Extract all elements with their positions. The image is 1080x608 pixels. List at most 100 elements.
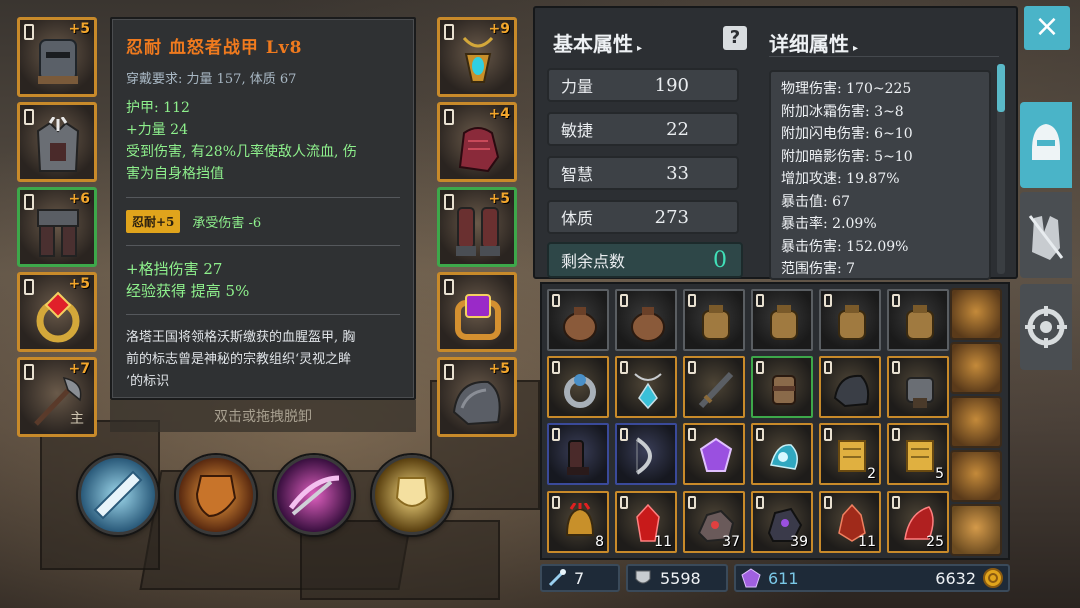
item-requirement: 穿戴要求: 力量 157, 体质 67: [126, 72, 297, 87]
bag-slot[interactable]: [950, 450, 1002, 502]
basic-attributes-title[interactable]: 基本属性 ▸: [553, 28, 642, 57]
inventory-slot[interactable]: 2: [819, 423, 881, 485]
detail-stat: 暴击率: 2.09%: [781, 216, 877, 232]
shoulder-slot[interactable]: +5: [437, 357, 517, 437]
boots-icon: [456, 207, 500, 256]
gloves-slot[interactable]: +4: [437, 102, 517, 182]
bag-slot[interactable]: [950, 504, 1002, 556]
help-icon[interactable]: ?: [723, 26, 747, 50]
close-button[interactable]: ×: [1024, 6, 1070, 50]
attr-label: 敏捷: [561, 121, 594, 140]
boots-slot[interactable]: +5: [437, 187, 517, 267]
chest-slot[interactable]: [17, 102, 97, 182]
item-armor: 护甲: 112: [126, 100, 190, 116]
pouch-icon: [631, 307, 665, 342]
inventory-slot[interactable]: [615, 356, 677, 418]
inventory-slot[interactable]: [887, 289, 949, 351]
inventory-slot[interactable]: [819, 289, 881, 351]
detail-stat: 暴击值: 67: [781, 193, 850, 210]
inventory-slot[interactable]: [547, 356, 609, 418]
inventory-slot[interactable]: [683, 289, 745, 351]
tool-counter: 7: [540, 564, 620, 592]
inventory-slot[interactable]: [547, 423, 609, 485]
inventory-slot[interactable]: [751, 289, 813, 351]
inventory-slot[interactable]: [547, 289, 609, 351]
inventory-slot[interactable]: [887, 356, 949, 418]
inventory-slot[interactable]: 39: [751, 491, 813, 553]
attr-value: 33: [666, 162, 689, 184]
shield-emblem-icon: [635, 570, 651, 584]
inventory-slot[interactable]: 8: [547, 491, 609, 553]
tab-settings[interactable]: [1020, 284, 1072, 370]
inventory-slot[interactable]: [615, 423, 677, 485]
bag-slot[interactable]: [950, 342, 1002, 394]
inventory-slot[interactable]: 25: [887, 491, 949, 553]
gold-value: 6632: [935, 568, 976, 588]
stack-count: 8: [595, 534, 604, 550]
item-bonus: +格挡伤害 27: [126, 260, 223, 278]
divider: [769, 56, 999, 57]
inventory-slot[interactable]: [615, 289, 677, 351]
attr-label: 体质: [561, 209, 594, 228]
stack-count: 11: [654, 534, 672, 550]
gem-gold-counter: 611 6632: [734, 564, 1010, 592]
stack-count: 37: [722, 534, 740, 550]
detail-attributes-title[interactable]: 详细属性 ▸: [769, 28, 858, 57]
detail-scrollbar[interactable]: [997, 64, 1005, 274]
inventory-slot[interactable]: [683, 356, 745, 418]
inventory-slot[interactable]: [751, 423, 813, 485]
gem-icon: [699, 437, 733, 472]
sword-icon: [698, 371, 734, 409]
gem-value: 611: [768, 568, 799, 588]
bag-slot[interactable]: [950, 288, 1002, 340]
inventory-slot[interactable]: 5: [887, 423, 949, 485]
weapon-slot[interactable]: +7 主: [17, 357, 97, 437]
detail-stat: 附加冰霜伤害: 3~8: [781, 103, 904, 120]
bag-icon: [906, 305, 934, 340]
skill-blade-slash[interactable]: [78, 455, 158, 535]
bag-icon: [838, 305, 866, 340]
bag-slot[interactable]: [950, 396, 1002, 448]
inventory-slot[interactable]: [819, 356, 881, 418]
amulet-slot[interactable]: +9: [437, 17, 517, 97]
skill-shadow-strike[interactable]: [274, 455, 354, 535]
skill-shield-bash[interactable]: [176, 455, 256, 535]
stack-count: 11: [858, 534, 876, 550]
item-effect-line: 受到伤害, 有28%几率使敌人流血, 伤: [126, 144, 357, 160]
inventory-slot[interactable]: [683, 423, 745, 485]
divider: [126, 245, 400, 246]
helmet-slot[interactable]: +5: [17, 17, 97, 97]
inventory-slot[interactable]: 11: [615, 491, 677, 553]
attr-strength: 力量 190: [547, 68, 739, 102]
item-lore-line: ’的标识: [126, 374, 170, 389]
inventory-slot[interactable]: 11: [819, 491, 881, 553]
inventory-slot[interactable]: 37: [683, 491, 745, 553]
remaining-label: 剩余点数: [561, 252, 626, 271]
inventory-slot[interactable]: [751, 356, 813, 418]
detail-stat: 增加攻速: 19.87%: [781, 171, 900, 187]
tab-equipment[interactable]: [1020, 102, 1072, 188]
legs-slot[interactable]: +6: [17, 187, 97, 267]
gold-coin-icon: [983, 568, 1003, 588]
detail-stat: 范围伤害: 7: [781, 261, 856, 277]
ring2-slot[interactable]: [437, 272, 517, 352]
wand-icon: [548, 569, 566, 587]
divider: [126, 197, 400, 198]
shield-icon: [195, 475, 237, 518]
ruby-ring-icon: [36, 291, 80, 343]
scrollbar-thumb[interactable]: [997, 64, 1005, 112]
ring-slot[interactable]: +5: [17, 272, 97, 352]
helmet-tab-icon: [1032, 124, 1060, 160]
unequip-hint[interactable]: 双击或拖拽脱卸: [110, 400, 416, 432]
skill-holy-guard[interactable]: [372, 455, 452, 535]
detail-stats-list[interactable]: 物理伤害: 170~225 附加冰霜伤害: 3~8 附加闪电伤害: 6~10 附…: [769, 70, 991, 280]
set-bonus-row: 忍耐+5 承受伤害 -6: [126, 210, 400, 233]
remaining-points: 剩余点数 0: [547, 242, 743, 278]
caret-icon: ▸: [853, 43, 859, 54]
boots-icon: [567, 440, 589, 475]
caret-icon: ▸: [637, 43, 643, 54]
item-effect-line: 害为自身格挡值: [126, 166, 224, 182]
tab-skills[interactable]: [1020, 192, 1072, 278]
attribute-panel: 基本属性 ▸ ? 详细属性 ▸ 力量 190 敏捷 22 智慧 33 体质 273 …: [533, 6, 1018, 280]
target-icon: [1025, 306, 1067, 348]
